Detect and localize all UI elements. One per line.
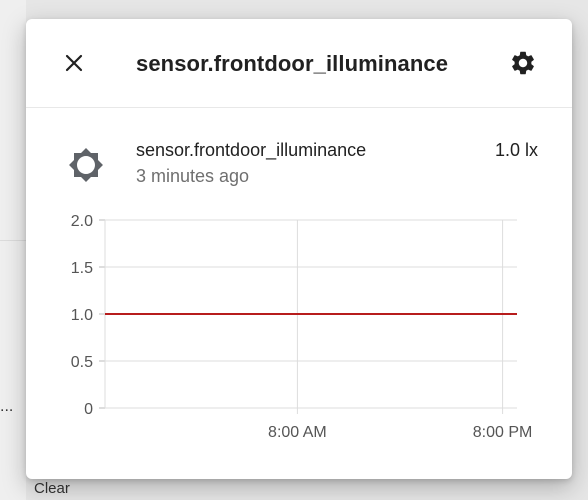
- entity-last-changed: 3 minutes ago: [136, 166, 250, 186]
- close-icon: [65, 54, 83, 72]
- y-tick-label: 1.0: [71, 307, 93, 324]
- settings-button[interactable]: [503, 43, 543, 83]
- background-panel: [0, 0, 26, 500]
- gear-icon: [512, 51, 534, 75]
- x-tick-label: 8:00 AM: [268, 424, 327, 441]
- dialog-header: sensor.frontdoor_illuminance: [26, 19, 572, 108]
- background-divider: [0, 240, 26, 241]
- close-button[interactable]: [54, 43, 94, 83]
- more-info-dialog: sensor.frontdoor_illuminance sensor.fron…: [26, 19, 572, 479]
- y-tick-label: 0: [84, 401, 93, 418]
- entity-name: sensor.frontdoor_illuminance: [136, 140, 367, 160]
- x-tick-label: 8:00 PM: [473, 424, 533, 441]
- dialog-title: sensor.frontdoor_illuminance: [136, 51, 449, 76]
- history-chart: 2.0 1.5 1.0 0.5 0 8:00 AM 8:00 PM: [71, 213, 533, 441]
- entity-state-value: 1.0 lx: [494, 140, 538, 160]
- entity-state-row: sensor.frontdoor_illuminance 3 minutes a…: [26, 119, 572, 199]
- background-text: ...: [0, 398, 14, 415]
- y-tick-label: 2.0: [71, 213, 93, 230]
- brightness-icon: [69, 148, 103, 182]
- y-tick-label: 0.5: [71, 354, 93, 371]
- background-text: Clear: [34, 480, 70, 497]
- y-tick-label: 1.5: [71, 260, 93, 277]
